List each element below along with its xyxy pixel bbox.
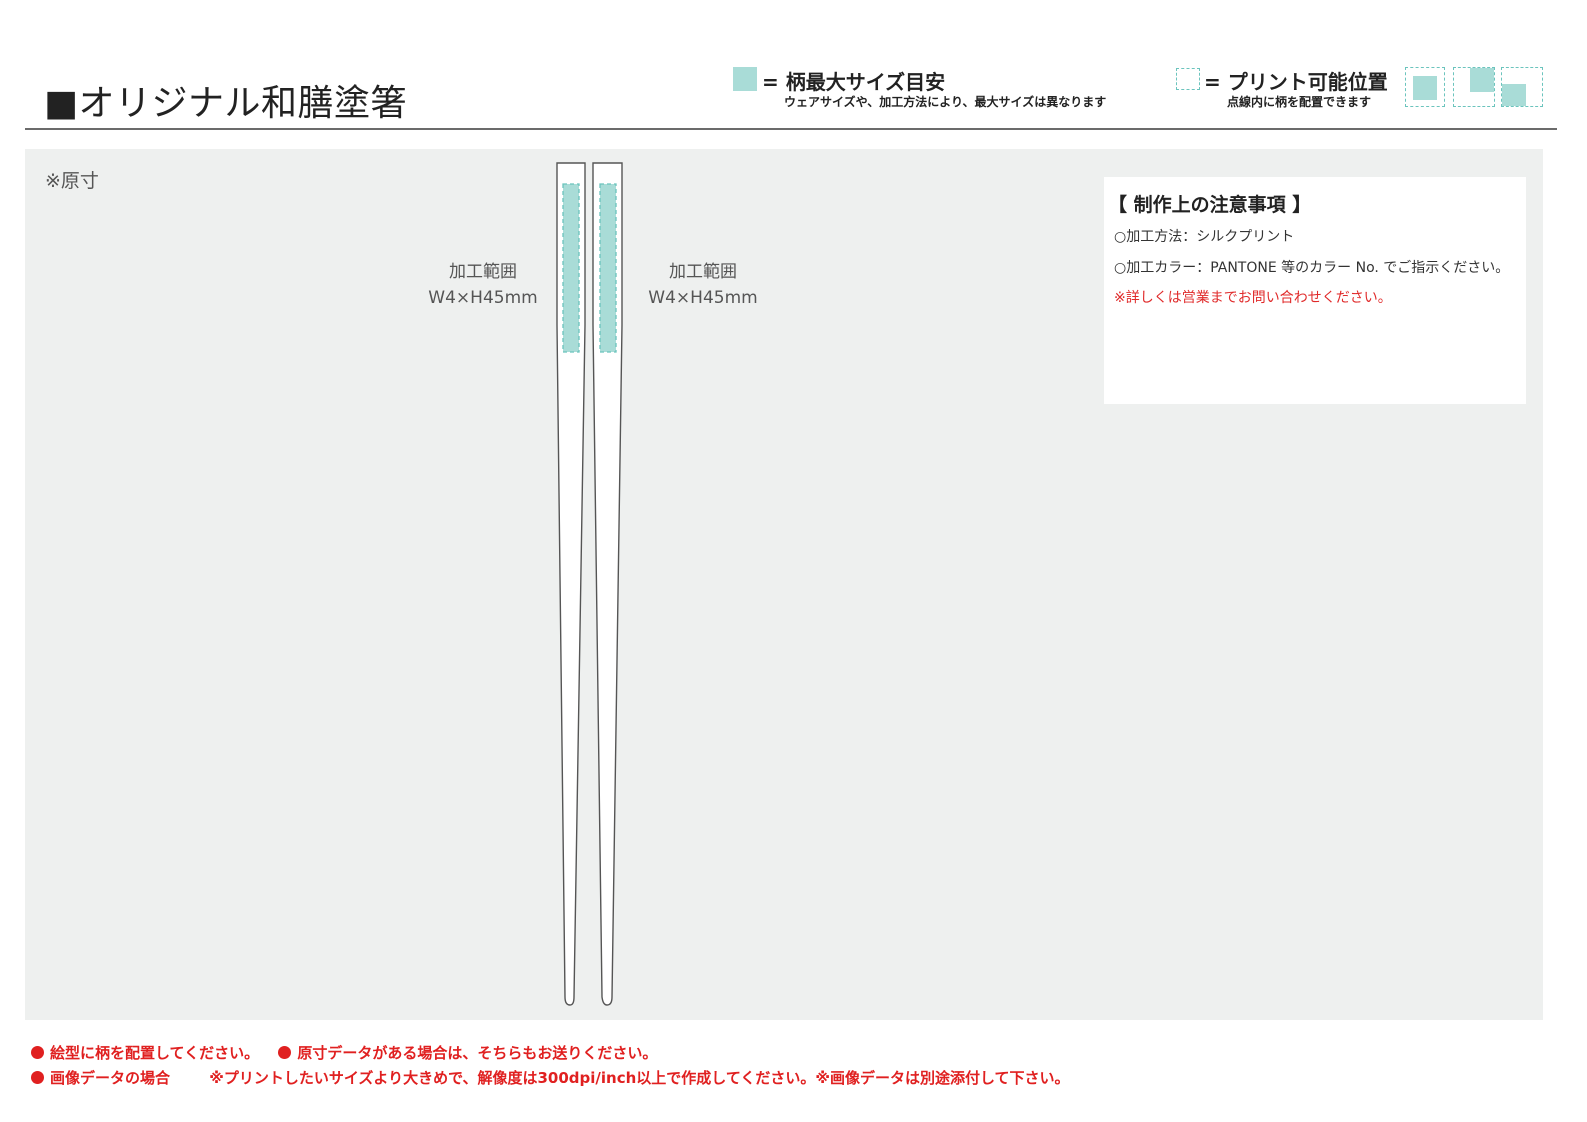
right-print-range: 加工範囲 W4×H45mm xyxy=(638,259,768,311)
position-example-top-right-icon xyxy=(1453,67,1495,107)
chopsticks-outline xyxy=(556,162,623,1006)
footer-instruction-resolution: ※プリントしたいサイズより大きめで、解像度は300dpi/inch以上で作成して… xyxy=(209,1069,1070,1087)
max-size-legend-label: = 柄最大サイズ目安 xyxy=(762,70,946,94)
right-print-range-label: 加工範囲 xyxy=(669,262,737,282)
footer-line-1: 絵型に柄を配置してください。 原寸データがある場合は、そちらもお送りください。 xyxy=(31,1042,657,1063)
right-print-area xyxy=(599,183,617,353)
left-print-range-size: W4×H45mm xyxy=(428,288,538,308)
position-example-bottom-right-icon xyxy=(1501,67,1543,107)
page-title: ■オリジナル和膳塗箸 xyxy=(44,83,408,124)
position-example-center-icon xyxy=(1405,67,1445,107)
bullet-icon xyxy=(31,1046,44,1059)
max-size-swatch-icon xyxy=(733,67,757,91)
footer-instruction-original-data: 原寸データがある場合は、そちらもお送りください。 xyxy=(297,1044,658,1062)
print-position-legend-note: 点線内に柄を配置できます xyxy=(1227,95,1372,109)
contact-note: ※詳しくは営業までお問い合わせください。 xyxy=(1114,290,1392,306)
bullet-icon xyxy=(278,1046,292,1059)
processing-color: ○加工カラー：PANTONE 等のカラー No. でご指示ください。 xyxy=(1114,260,1510,276)
max-size-legend-note: ウェアサイズや、加工方法により、最大サイズは異なります xyxy=(784,95,1107,109)
print-position-legend-label: = プリント可能位置 xyxy=(1204,70,1388,94)
print-position-swatch-icon xyxy=(1176,68,1200,90)
production-notes-heading: 【 制作上の注意事項 】 xyxy=(1108,194,1312,216)
left-print-range-label: 加工範囲 xyxy=(449,262,517,282)
processing-method: ○加工方法：シルクプリント xyxy=(1114,229,1295,245)
bullet-icon xyxy=(31,1071,44,1084)
right-print-range-size: W4×H45mm xyxy=(648,288,758,308)
left-print-area xyxy=(562,183,580,353)
footer-instruction-image-data: 画像データの場合 xyxy=(50,1069,171,1087)
scale-note: ※原寸 xyxy=(45,170,99,192)
footer-instruction-placement: 絵型に柄を配置してください。 xyxy=(50,1044,260,1062)
title-divider xyxy=(25,128,1557,130)
footer-line-2: 画像データの場合 ※プリントしたいサイズより大きめで、解像度は300dpi/in… xyxy=(31,1067,1070,1088)
left-print-range: 加工範囲 W4×H45mm xyxy=(418,259,548,311)
